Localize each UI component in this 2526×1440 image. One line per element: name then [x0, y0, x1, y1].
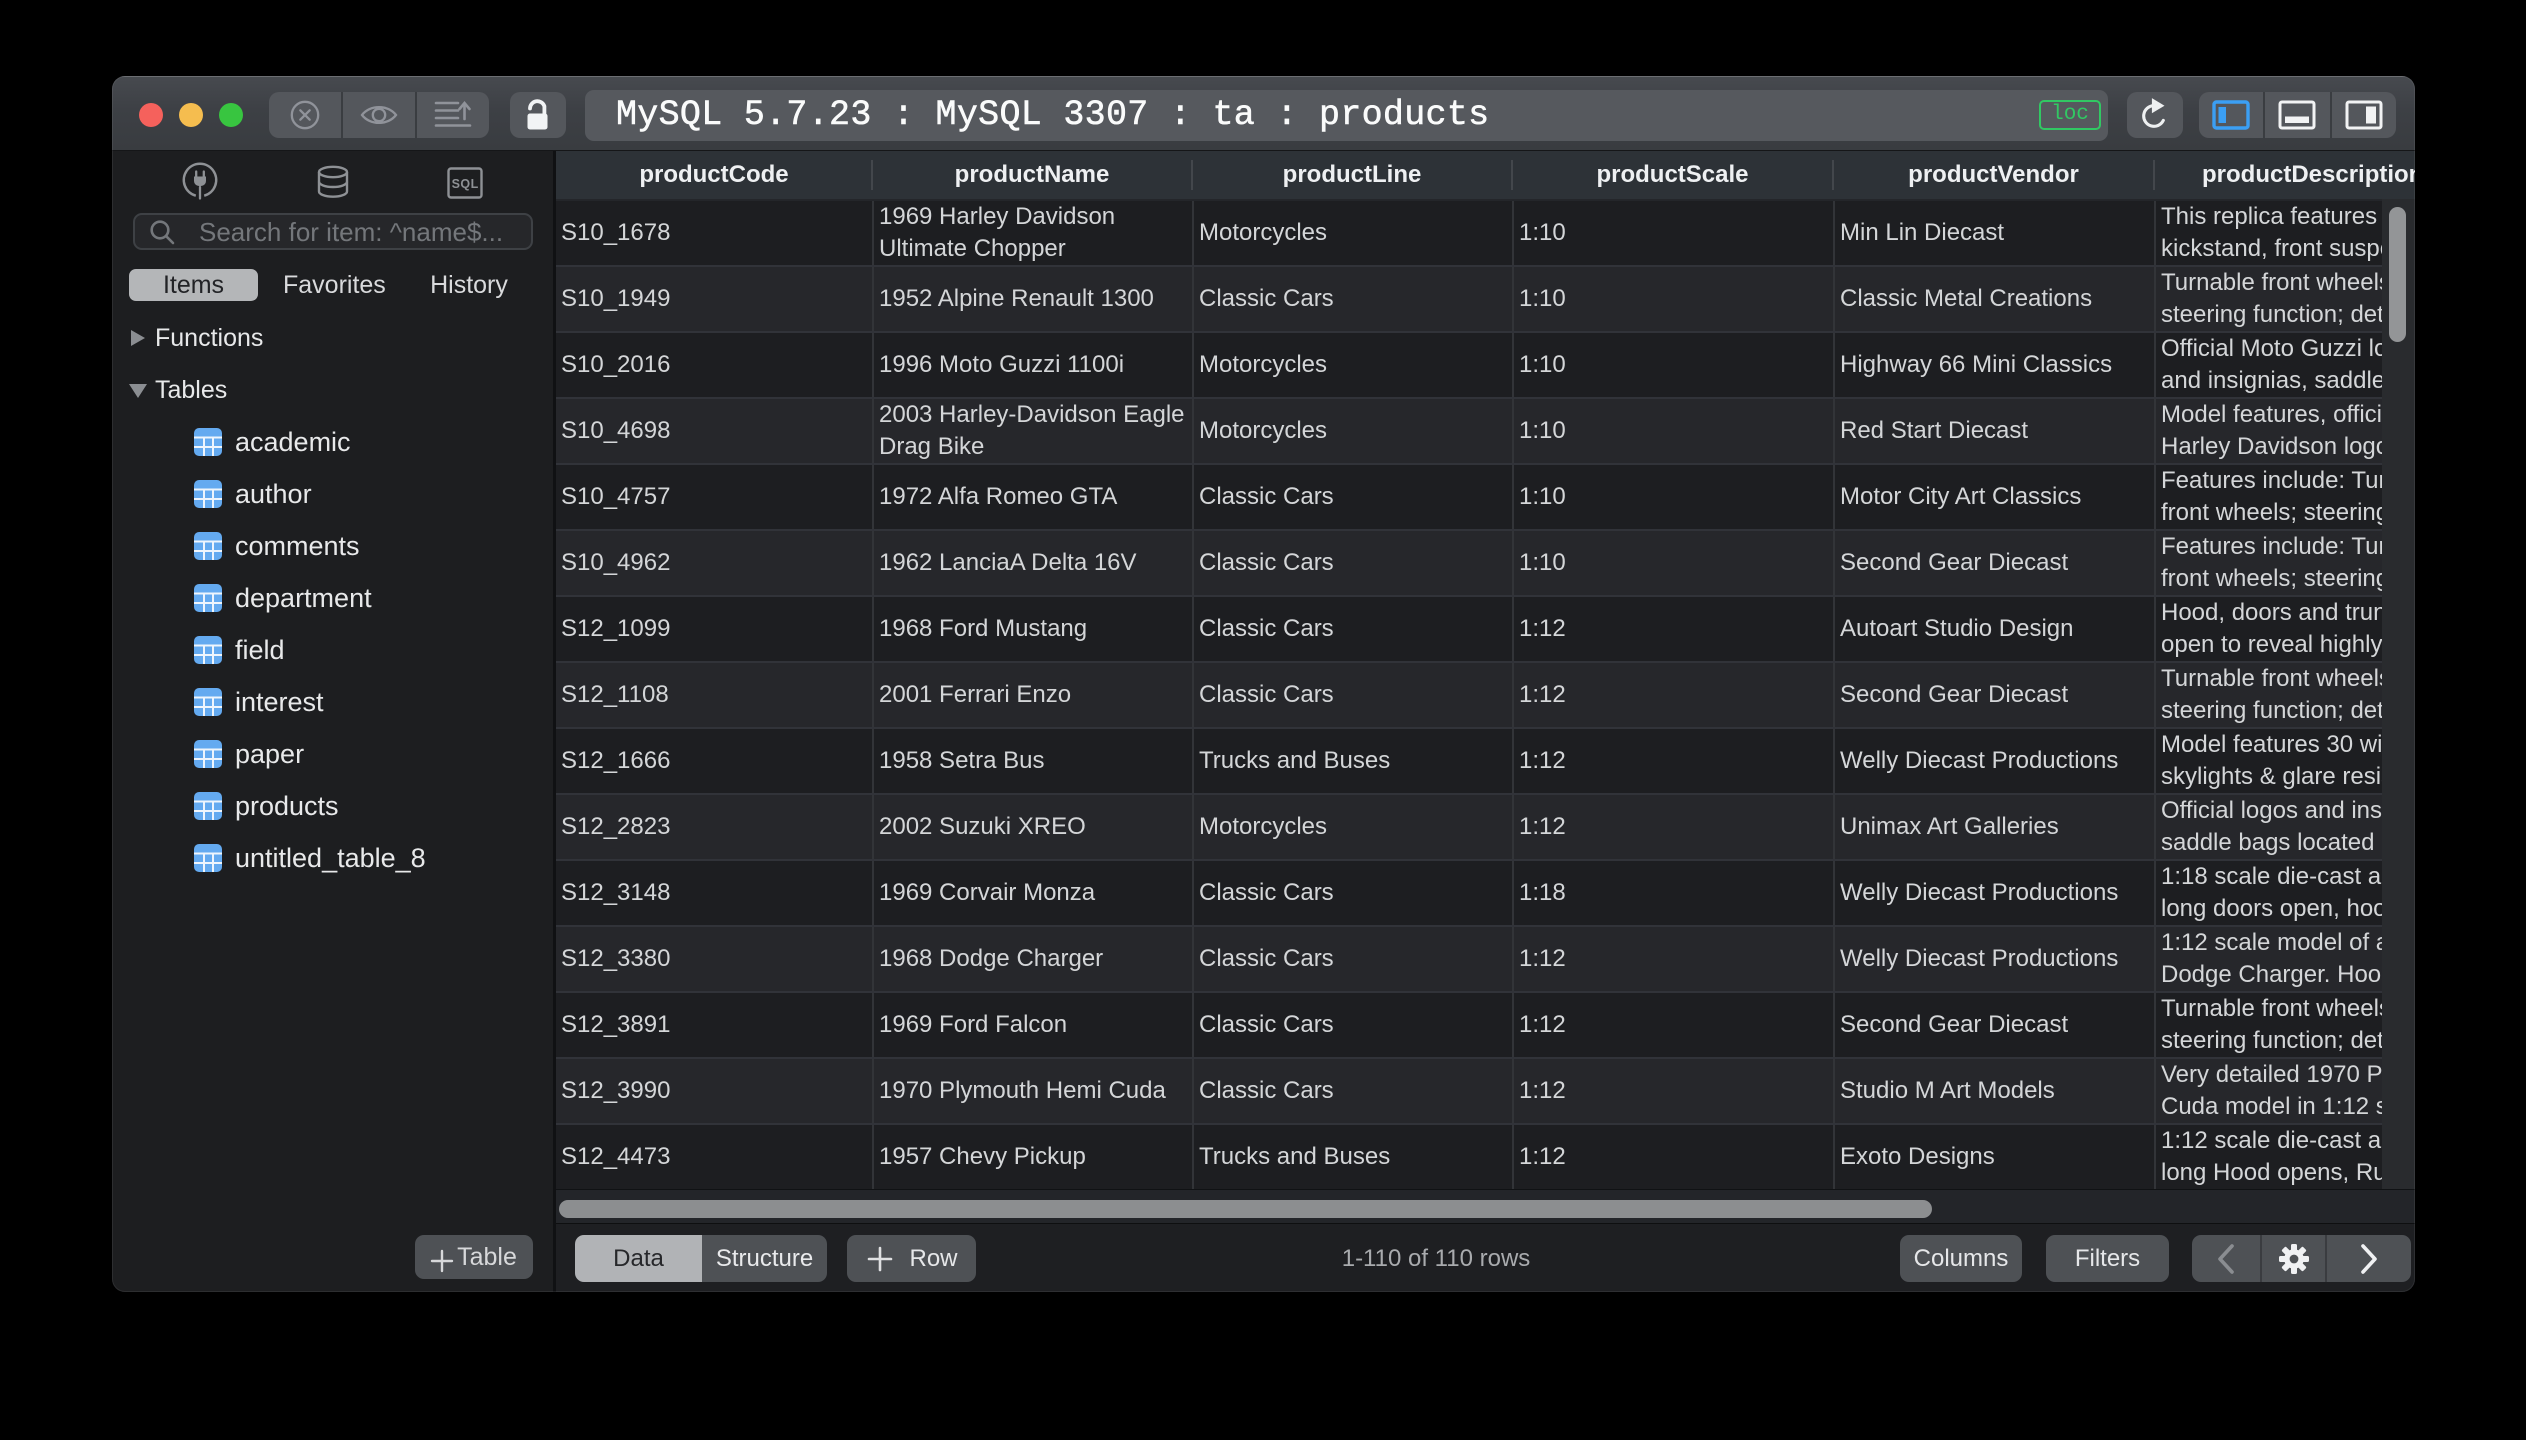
svg-text:SQL: SQL	[452, 177, 479, 191]
